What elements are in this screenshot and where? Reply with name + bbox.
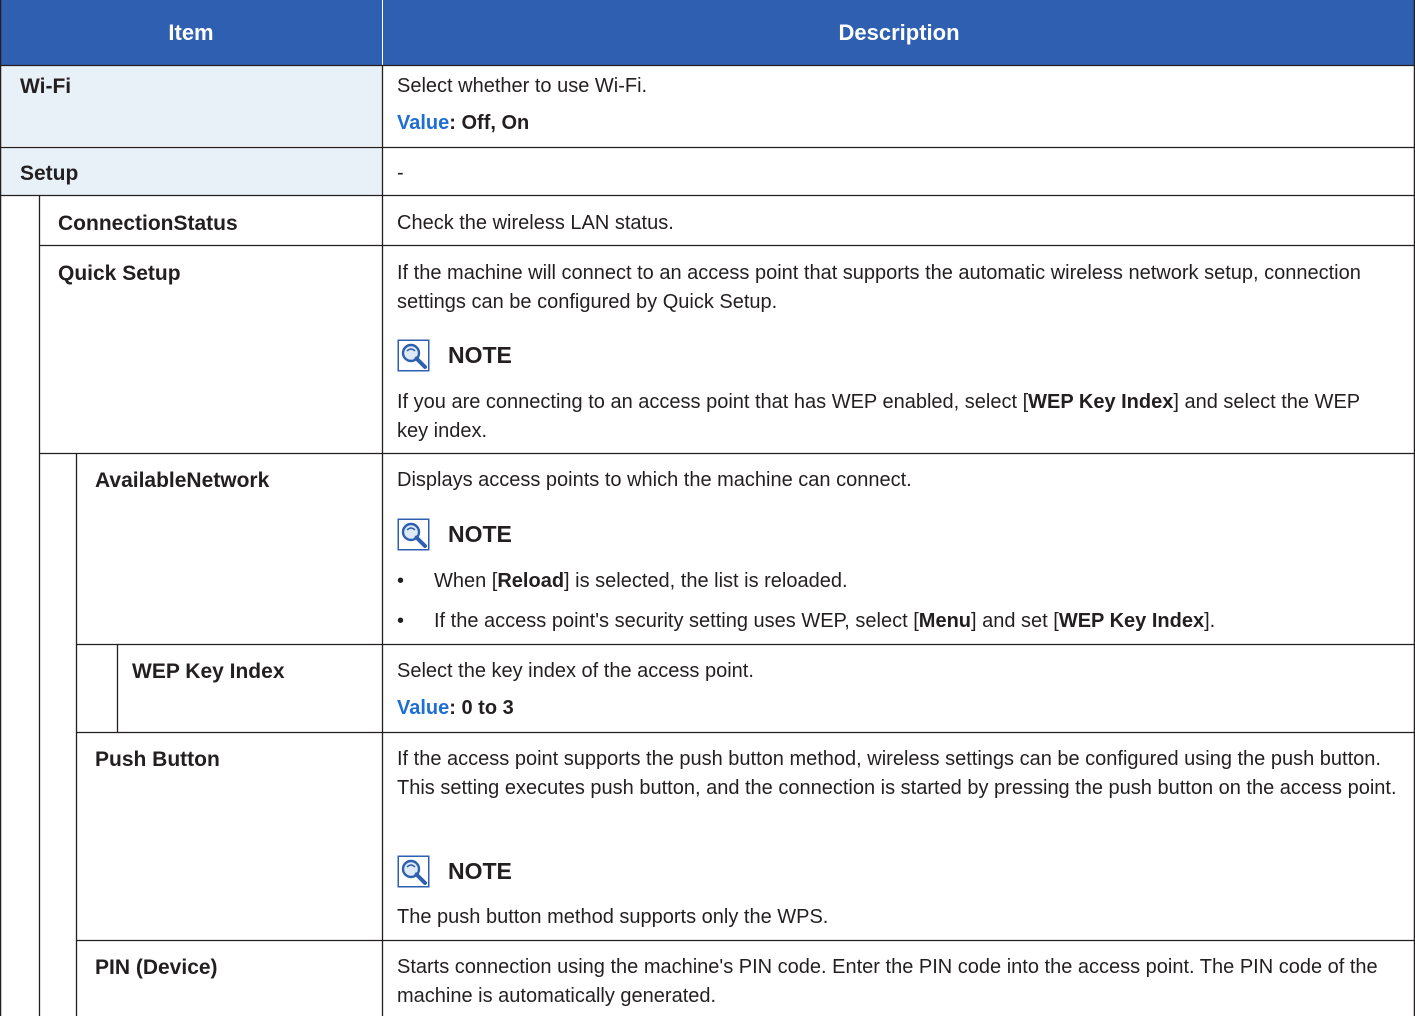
table-grid <box>0 0 1415 1016</box>
settings-table: Item Description Wi-Fi Setup ConnectionS… <box>0 0 1415 1016</box>
